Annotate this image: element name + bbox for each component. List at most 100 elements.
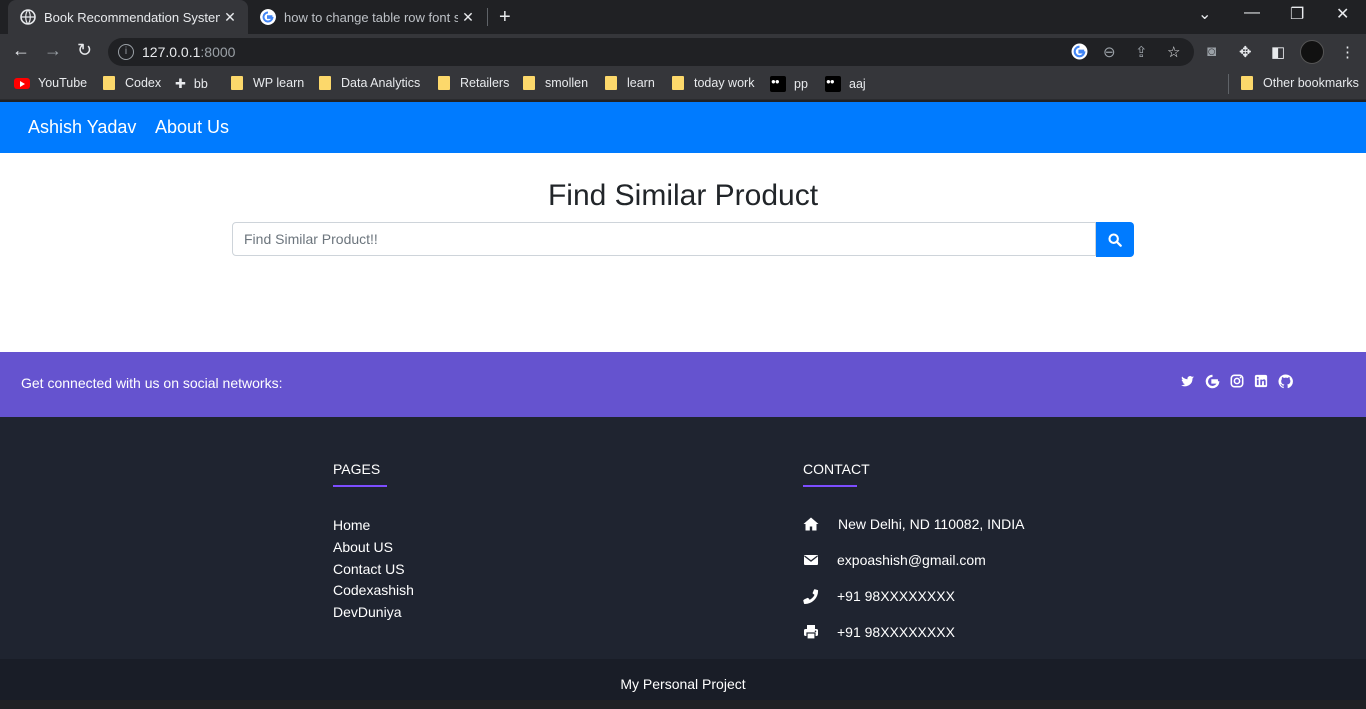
folder-icon xyxy=(231,76,243,90)
folder-icon xyxy=(523,76,535,90)
tab-close-icon[interactable]: ✕ xyxy=(458,9,478,26)
bookmark-wp-learn[interactable]: WP learn xyxy=(231,76,304,90)
puzzle-icon: ✚ xyxy=(175,76,186,91)
envelope-icon xyxy=(804,555,818,565)
bookmark-retailers[interactable]: Retailers xyxy=(438,76,509,90)
tab-title: Book Recommendation System xyxy=(44,9,220,25)
medium-icon xyxy=(825,76,841,92)
share-icon[interactable]: ⇪ xyxy=(1135,43,1148,61)
camera-icon[interactable]: ◙ xyxy=(1207,43,1216,60)
youtube-icon xyxy=(14,77,30,89)
bookmark-label: Codex xyxy=(125,76,162,90)
forward-icon[interactable]: → xyxy=(44,40,62,61)
main-content: Find Similar Product xyxy=(0,153,1366,352)
minimize-icon[interactable]: — xyxy=(1244,4,1260,22)
bookmark-pp[interactable]: pp xyxy=(770,76,808,92)
google-g-icon xyxy=(260,9,276,25)
zoom-icon[interactable]: ⊖ xyxy=(1103,43,1116,61)
info-icon[interactable]: i xyxy=(118,44,134,60)
github-icon[interactable] xyxy=(1277,374,1293,392)
copyright-bar: My Personal Project xyxy=(0,659,1366,700)
print-icon xyxy=(804,625,818,640)
side-panel-icon[interactable]: ◧ xyxy=(1271,43,1285,61)
site-navbar: Ashish Yadav About Us xyxy=(0,102,1366,153)
search-icon xyxy=(1108,232,1122,247)
close-window-icon[interactable]: ✕ xyxy=(1336,4,1349,24)
phone-text: +91 98XXXXXXXX xyxy=(837,588,955,604)
contact-email: expoashish@gmail.com xyxy=(803,552,986,568)
folder-icon xyxy=(672,76,684,90)
folder-icon xyxy=(319,76,331,90)
extensions-icon[interactable]: ✥ xyxy=(1239,43,1252,61)
url-port: :8000 xyxy=(200,44,236,60)
new-tab-icon[interactable]: + xyxy=(499,6,511,29)
contact-fax: +91 98XXXXXXXX xyxy=(803,624,955,640)
footer-link-contact[interactable]: Contact US xyxy=(333,561,405,577)
footer-link-codexashish[interactable]: Codexashish xyxy=(333,582,414,598)
back-icon[interactable]: ← xyxy=(12,40,30,61)
social-text: Get connected with us on social networks… xyxy=(21,375,283,391)
bookmark-label: learn xyxy=(627,76,655,90)
google-icon[interactable] xyxy=(1204,374,1220,392)
reload-icon[interactable]: ↻ xyxy=(77,40,92,61)
nav-about-link[interactable]: About Us xyxy=(155,117,229,138)
search-input[interactable] xyxy=(232,222,1096,256)
bookmark-star-icon[interactable]: ☆ xyxy=(1167,43,1180,61)
contact-underline xyxy=(803,485,857,487)
restore-icon[interactable]: ❐ xyxy=(1290,4,1304,24)
instagram-icon[interactable] xyxy=(1229,374,1245,392)
social-bar: Get connected with us on social networks… xyxy=(0,352,1366,417)
tab-separator xyxy=(487,8,488,26)
other-bookmarks[interactable]: Other bookmarks xyxy=(1241,76,1359,90)
bookmark-label: YouTube xyxy=(38,76,88,90)
bookmark-label: Other bookmarks xyxy=(1263,76,1359,90)
url-host: 127.0.0.1 xyxy=(142,44,201,60)
profile-avatar[interactable] xyxy=(1300,40,1324,64)
address-text: New Delhi, ND 110082, INDIA xyxy=(838,516,1025,532)
tab-book-recommendation[interactable]: Book Recommendation System ✕ xyxy=(8,0,248,34)
tab-close-icon[interactable]: ✕ xyxy=(220,9,240,26)
tab-search-icon[interactable]: ⌄ xyxy=(1198,4,1211,24)
bookmarks-bar: YouTube Codex ✚ bb WP learn Data Analytic… xyxy=(0,70,1366,100)
bookmark-label: WP learn xyxy=(253,76,305,90)
bookmark-label: Retailers xyxy=(460,76,510,90)
bookmark-codex[interactable]: Codex xyxy=(103,76,161,90)
bookmark-label: pp xyxy=(794,77,808,91)
twitter-icon[interactable] xyxy=(1179,374,1195,392)
contact-phone: +91 98XXXXXXXX xyxy=(803,588,955,604)
browser-toolbar: ← → ↻ i 127.0.0.1:8000 ⊖ ⇪ ☆ ◙ ✥ ◧ ⋮ xyxy=(0,34,1366,70)
bookmark-bb[interactable]: ✚ bb xyxy=(175,76,208,92)
pages-underline xyxy=(333,485,387,487)
bookmark-aaj[interactable]: aaj xyxy=(825,76,866,92)
phone-icon xyxy=(803,589,819,604)
url-text[interactable]: 127.0.0.1:8000 xyxy=(142,44,235,60)
email-text: expoashish@gmail.com xyxy=(837,552,986,568)
medium-icon xyxy=(770,76,786,92)
pages-heading: PAGES xyxy=(333,461,381,477)
bookmark-label: bb xyxy=(193,77,208,91)
bookmark-data-analytics[interactable]: Data Analytics xyxy=(319,76,420,90)
bookmark-youtube[interactable]: YouTube xyxy=(14,76,87,90)
home-icon xyxy=(803,517,819,531)
footer-link-home[interactable]: Home xyxy=(333,517,370,533)
bookmark-label: aaj xyxy=(849,77,866,91)
tab-strip: Book Recommendation System ✕ how to chan… xyxy=(0,0,1366,34)
footer-link-devduniya[interactable]: DevDuniya xyxy=(333,604,401,620)
menu-kebab-icon[interactable]: ⋮ xyxy=(1340,43,1355,61)
address-bar[interactable]: i 127.0.0.1:8000 ⊖ ⇪ ☆ xyxy=(108,38,1194,66)
folder-icon xyxy=(605,76,617,90)
bookmark-today-work[interactable]: today work xyxy=(672,76,754,90)
bookmark-label: smollen xyxy=(545,76,589,90)
google-lens-icon[interactable] xyxy=(1071,43,1088,64)
bookmark-learn[interactable]: learn xyxy=(605,76,655,90)
footer-link-about[interactable]: About US xyxy=(333,539,393,555)
tab-title: how to change table row font siz xyxy=(284,9,458,25)
search-button[interactable] xyxy=(1096,222,1134,257)
nav-brand-link[interactable]: Ashish Yadav xyxy=(28,117,136,138)
linkedin-icon[interactable] xyxy=(1253,374,1269,392)
bookmark-label: today work xyxy=(694,76,755,90)
bookmarks-separator xyxy=(1228,74,1229,94)
copyright-text: My Personal Project xyxy=(620,676,746,692)
tab-how-to-change-table[interactable]: how to change table row font siz ✕ xyxy=(250,0,486,34)
bookmark-smollen[interactable]: smollen xyxy=(523,76,588,90)
